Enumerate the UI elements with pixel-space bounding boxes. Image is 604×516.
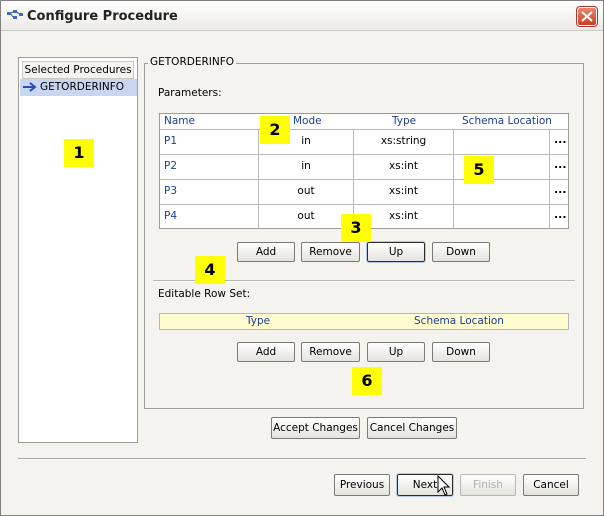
- callout-2: 2: [260, 116, 290, 144]
- param-name-cell[interactable]: P2: [164, 155, 177, 179]
- column-header-mode[interactable]: Mode: [293, 114, 322, 130]
- param-type-cell[interactable]: xs:int: [354, 155, 454, 179]
- editable-row-set-label: Editable Row Set:: [158, 288, 251, 300]
- callout-1: 1: [64, 139, 94, 167]
- previous-button[interactable]: Previous: [334, 474, 390, 496]
- callout-6: 6: [352, 367, 382, 395]
- configure-procedure-dialog: Configure Procedure Selected Procedures …: [0, 0, 604, 516]
- browse-schema-button[interactable]: ...: [554, 205, 567, 225]
- close-button[interactable]: [576, 6, 598, 27]
- param-mode-cell[interactable]: out: [258, 205, 354, 229]
- selected-procedures-header: Selected Procedures: [22, 61, 134, 79]
- title-bar: Configure Procedure: [1, 1, 603, 31]
- arrow-right-icon: [23, 82, 37, 95]
- callout-5: 5: [464, 156, 494, 184]
- move-parameter-up-button[interactable]: Up: [366, 241, 426, 263]
- param-schema-cell[interactable]: [454, 205, 550, 229]
- add-parameter-button[interactable]: Add: [237, 242, 295, 262]
- procedure-item-getorderinfo[interactable]: GETORDERINFO: [20, 79, 137, 96]
- param-type-cell[interactable]: xs:string: [354, 130, 454, 154]
- mouse-cursor-icon: [437, 474, 451, 500]
- editable-row-set-table[interactable]: Type Schema Location: [159, 313, 569, 330]
- selected-procedures-list[interactable]: Selected Procedures GETORDERINFO: [18, 57, 138, 443]
- add-rowset-button[interactable]: Add: [237, 342, 295, 362]
- param-name-cell[interactable]: P3: [164, 180, 177, 204]
- column-header-schema-location[interactable]: Schema Location: [462, 114, 552, 130]
- browse-schema-button[interactable]: ...: [554, 130, 567, 150]
- param-mode-cell[interactable]: in: [258, 155, 354, 179]
- accept-changes-button[interactable]: Accept Changes: [271, 417, 360, 439]
- procedure-item-label: GETORDERINFO: [40, 81, 125, 93]
- callout-3: 3: [341, 214, 371, 242]
- table-row[interactable]: P3 out xs:int ...: [160, 179, 568, 204]
- param-mode-cell[interactable]: out: [258, 180, 354, 204]
- footer-divider: [18, 458, 586, 460]
- remove-rowset-button[interactable]: Remove: [301, 342, 360, 362]
- remove-parameter-button[interactable]: Remove: [301, 242, 360, 262]
- parameters-table[interactable]: Name Mode Type Schema Location P1 in xs:…: [159, 113, 569, 229]
- cancel-changes-button[interactable]: Cancel Changes: [367, 417, 457, 439]
- column-header-type[interactable]: Type: [392, 114, 416, 130]
- browse-schema-button[interactable]: ...: [554, 155, 567, 175]
- callout-4: 4: [195, 256, 225, 284]
- parameters-label: Parameters:: [158, 87, 222, 99]
- param-name-cell[interactable]: P1: [164, 130, 177, 154]
- cancel-button[interactable]: Cancel: [523, 474, 579, 496]
- group-title: GETORDERINFO: [148, 56, 237, 68]
- rowset-column-header-type[interactable]: Type: [246, 315, 270, 327]
- browse-schema-button[interactable]: ...: [554, 180, 567, 200]
- move-parameter-down-button[interactable]: Down: [432, 242, 490, 262]
- move-rowset-up-button[interactable]: Up: [367, 342, 425, 362]
- column-header-name[interactable]: Name: [164, 114, 195, 130]
- table-row[interactable]: P1 in xs:string ...: [160, 129, 568, 154]
- rowset-column-header-schema-location[interactable]: Schema Location: [414, 315, 504, 327]
- window-title: Configure Procedure: [27, 9, 178, 24]
- procedure-app-icon: [7, 10, 23, 22]
- finish-button[interactable]: Finish: [460, 474, 516, 496]
- param-name-cell[interactable]: P4: [164, 205, 177, 229]
- close-icon: [581, 11, 593, 22]
- param-type-cell[interactable]: xs:int: [354, 180, 454, 204]
- table-row[interactable]: P2 in xs:int ...: [160, 154, 568, 179]
- param-schema-cell[interactable]: [454, 130, 550, 154]
- move-rowset-down-button[interactable]: Down: [432, 342, 490, 362]
